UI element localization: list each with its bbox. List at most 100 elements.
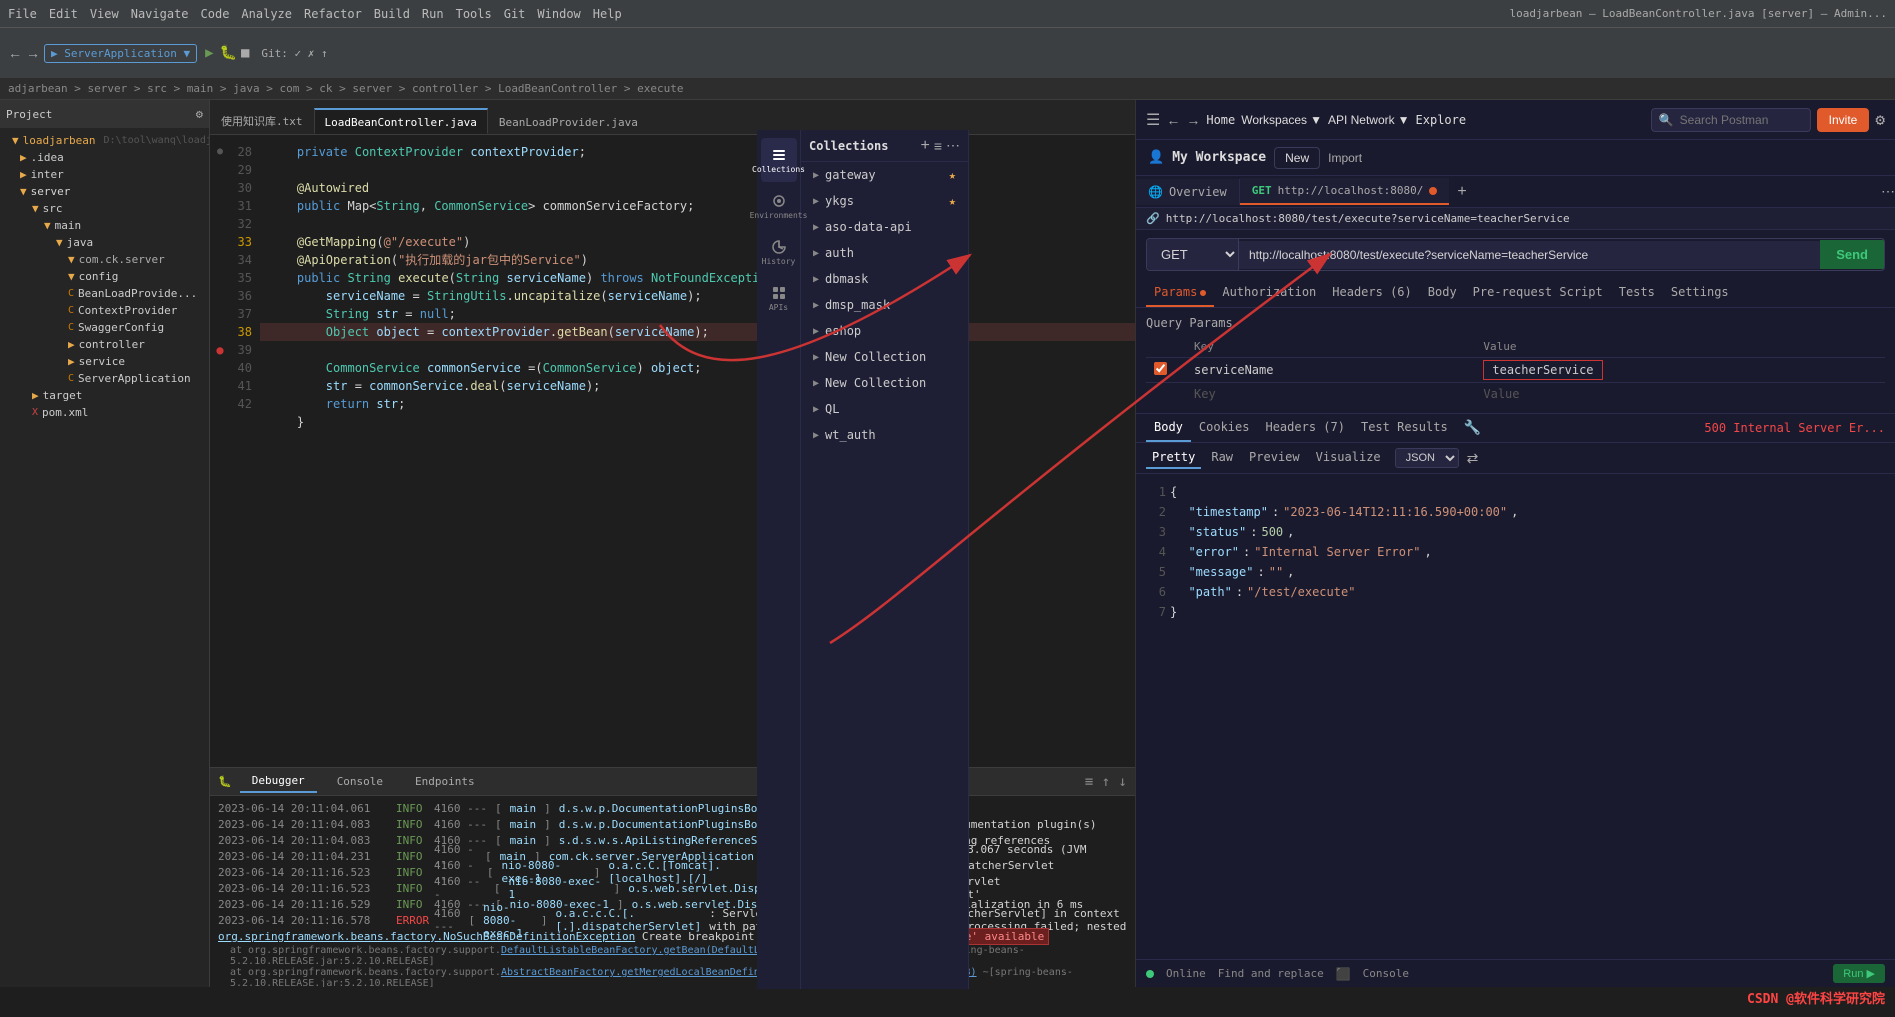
pm-resp-tab-headers[interactable]: Headers (7) <box>1257 414 1352 442</box>
pm-home-link[interactable]: Home <box>1206 113 1235 127</box>
settings-icon[interactable]: ⚙ <box>196 107 203 121</box>
pm-tab-menu[interactable]: ⋯ <box>1881 183 1895 200</box>
pm-collections-options[interactable]: ⋯ <box>946 137 960 154</box>
pm-rt-prerequest[interactable]: Pre-request Script <box>1465 279 1611 307</box>
menu-navigate[interactable]: Navigate <box>131 7 189 21</box>
tree-config[interactable]: ▼ config <box>0 268 209 285</box>
tree-com-ck-server[interactable]: ▼ com.ck.server <box>0 251 209 268</box>
menu-view[interactable]: View <box>90 7 119 21</box>
code-editor[interactable]: private ContextProvider contextProvider;… <box>260 135 1135 767</box>
pm-collection-dmsp[interactable]: ▶ dmsp_mask <box>801 292 968 318</box>
pm-param-checkbox[interactable] <box>1154 362 1167 375</box>
pm-json-select[interactable]: JSON XML HTML <box>1395 448 1459 468</box>
menu-refactor[interactable]: Refactor <box>304 7 362 21</box>
pm-sidebar-history[interactable]: History <box>761 230 797 274</box>
menu-help[interactable]: Help <box>593 7 622 21</box>
menu-run[interactable]: Run <box>422 7 444 21</box>
menu-file[interactable]: File <box>8 7 37 21</box>
pm-resp-tab-cookies[interactable]: Cookies <box>1191 414 1258 442</box>
tree-controller[interactable]: ▶ controller <box>0 336 209 353</box>
debug-tab-debugger[interactable]: Debugger <box>240 770 317 793</box>
stop-button[interactable]: ■ <box>241 45 249 61</box>
pm-collection-new1[interactable]: ▶ New Collection <box>801 344 968 370</box>
menu-git[interactable]: Git <box>504 7 526 21</box>
pm-tab-add[interactable]: + <box>1449 183 1474 201</box>
code-tab-controller[interactable]: LoadBeanController.java <box>314 108 488 134</box>
pm-console-link[interactable]: Console <box>1363 967 1409 980</box>
pm-collection-eshop[interactable]: ▶ eshop <box>801 318 968 344</box>
toolbar-forward[interactable]: → <box>26 45 40 61</box>
toolbar-back[interactable]: ← <box>8 45 22 61</box>
pm-tab-overview[interactable]: 🌐 Overview <box>1136 179 1240 205</box>
pm-invite-btn[interactable]: Invite <box>1817 108 1870 132</box>
pm-format-icon[interactable]: ⇄ <box>1467 450 1479 467</box>
code-tab-provider[interactable]: BeanLoadProvider.java <box>488 109 649 134</box>
debug-tab-console[interactable]: Console <box>325 771 395 792</box>
pm-tab-request[interactable]: GET http://localhost:8080/ <box>1240 178 1450 205</box>
menu-code[interactable]: Code <box>201 7 230 21</box>
pm-collection-dbmask[interactable]: ▶ dbmask <box>801 266 968 292</box>
tree-serverapplication[interactable]: C ServerApplication <box>0 370 209 387</box>
tree-beanloadprovider[interactable]: C BeanLoadProvide... <box>0 285 209 302</box>
menu-build[interactable]: Build <box>374 7 410 21</box>
pm-rt-tests[interactable]: Tests <box>1611 279 1663 307</box>
pm-param-value[interactable]: teacherService <box>1483 360 1602 380</box>
run-button[interactable]: ▶ <box>205 45 213 61</box>
tree-service[interactable]: ▶ service <box>0 353 209 370</box>
pm-hamburger[interactable]: ☰ <box>1146 110 1160 130</box>
menu-tools[interactable]: Tools <box>456 7 492 21</box>
pm-sidebar-environments[interactable]: Environments <box>761 184 797 228</box>
pm-method-select[interactable]: GET POST PUT DELETE <box>1147 239 1239 270</box>
run-config[interactable]: ▶ ServerApplication ▼ <box>44 44 197 63</box>
tree-pom[interactable]: X pom.xml <box>0 404 209 421</box>
pm-collection-auth[interactable]: ▶ auth <box>801 240 968 266</box>
pm-api-network-btn[interactable]: API Network ▼ <box>1328 113 1410 127</box>
pm-send-btn[interactable]: Send <box>1820 240 1884 269</box>
pm-fmt-visualize[interactable]: Visualize <box>1310 447 1387 469</box>
debug-tab-endpoints[interactable]: Endpoints <box>403 771 487 792</box>
pm-fmt-pretty[interactable]: Pretty <box>1146 447 1201 469</box>
pm-import-btn[interactable]: Import <box>1328 151 1362 165</box>
tree-server[interactable]: ▼ server <box>0 183 209 200</box>
pm-collection-ykgs[interactable]: ▶ ykgs ★ <box>801 188 968 214</box>
pm-back[interactable]: ← <box>1166 112 1180 128</box>
menu-analyze[interactable]: Analyze <box>241 7 292 21</box>
pm-find-replace[interactable]: Find and replace <box>1218 967 1324 980</box>
menu-edit[interactable]: Edit <box>49 7 78 21</box>
pm-collections-menu[interactable]: ≡ <box>934 138 942 154</box>
pm-rt-settings[interactable]: Settings <box>1663 279 1737 307</box>
pm-rt-params[interactable]: Params <box>1146 279 1214 307</box>
tree-idea[interactable]: ▶ .idea <box>0 149 209 166</box>
tree-inter[interactable]: ▶ inter <box>0 166 209 183</box>
code-tab-txt[interactable]: 使用知识库.txt <box>210 106 314 134</box>
pm-add-collection[interactable]: + <box>920 137 929 155</box>
tree-src[interactable]: ▼ src <box>0 200 209 217</box>
pm-collection-gateway[interactable]: ▶ gateway ★ <box>801 162 968 188</box>
menu-window[interactable]: Window <box>537 7 580 21</box>
pm-fmt-raw[interactable]: Raw <box>1205 447 1239 469</box>
pm-collection-new2[interactable]: ▶ New Collection <box>801 370 968 396</box>
pm-sidebar-extra[interactable]: APIs <box>761 276 797 320</box>
pm-explore-link[interactable]: Explore <box>1416 113 1467 127</box>
pm-rt-headers[interactable]: Headers (6) <box>1324 279 1419 307</box>
pm-collection-aso[interactable]: ▶ aso-data-api <box>801 214 968 240</box>
tree-target[interactable]: ▶ target <box>0 387 209 404</box>
pm-fmt-preview[interactable]: Preview <box>1243 447 1306 469</box>
pm-new-btn[interactable]: New <box>1274 147 1320 169</box>
pm-collection-ql[interactable]: ▶ QL <box>801 396 968 422</box>
tree-contextprovider[interactable]: C ContextProvider <box>0 302 209 319</box>
pm-search-input[interactable] <box>1651 108 1811 132</box>
pm-settings-icon[interactable]: ⚙ <box>1875 110 1885 129</box>
pm-sidebar-collections[interactable]: Collections <box>761 138 797 182</box>
pm-resp-tab-tests[interactable]: Test Results <box>1353 414 1456 442</box>
pm-resp-tab-body[interactable]: Body <box>1146 414 1191 442</box>
tree-main[interactable]: ▼ main <box>0 217 209 234</box>
debug-button[interactable]: 🐛 <box>220 45 237 61</box>
pm-workspaces-btn[interactable]: Workspaces ▼ <box>1241 113 1322 127</box>
pm-rt-auth[interactable]: Authorization <box>1214 279 1324 307</box>
tree-swaggerconfig[interactable]: C SwaggerConfig <box>0 319 209 336</box>
debug-scroll-controls[interactable]: ≡ ↑ ↓ <box>1085 774 1127 790</box>
pm-collection-wt-auth[interactable]: ▶ wt_auth <box>801 422 968 448</box>
pm-run-btn[interactable]: Run ▶ <box>1833 964 1885 983</box>
pm-forward[interactable]: → <box>1186 112 1200 128</box>
